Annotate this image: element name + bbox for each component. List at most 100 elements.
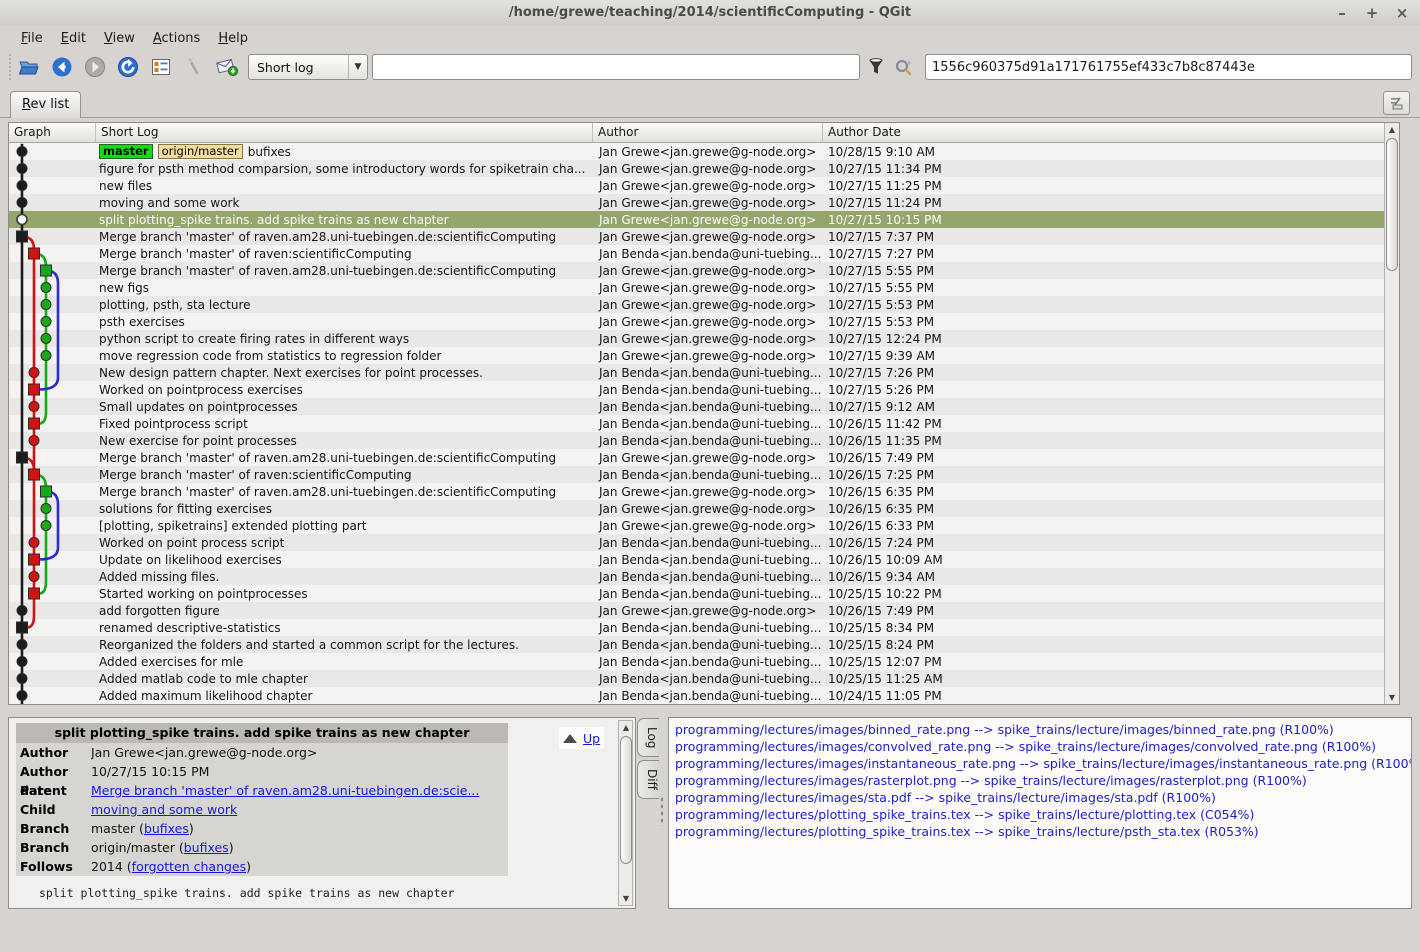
detail-link[interactable]: bufixes <box>144 821 189 836</box>
file-list-item[interactable]: programming/lectures/plotting_spike_trai… <box>675 823 1411 840</box>
tab-corner-button[interactable] <box>1383 91 1410 115</box>
file-list-item[interactable]: programming/lectures/images/instantaneou… <box>675 755 1411 772</box>
view-patches-icon[interactable] <box>148 54 174 80</box>
subject-text: python script to create firing rates in … <box>99 332 409 346</box>
tab-rev-list[interactable]: Rev list <box>10 91 81 118</box>
table-row[interactable]: new filesJan Grewe<jan.grewe@g-node.org>… <box>9 177 1384 194</box>
detail-scrollbar-thumb[interactable] <box>620 736 632 864</box>
menu-file[interactable]: File <box>12 29 52 48</box>
table-row[interactable]: Fixed pointprocess scriptJan Benda<jan.b… <box>9 415 1384 432</box>
up-link[interactable]: Up <box>583 731 600 746</box>
table-row[interactable]: [plotting, spiketrains] extended plottin… <box>9 517 1384 534</box>
subject-cell: masterorigin/masterbufixes <box>96 144 593 159</box>
table-row[interactable]: moving and some workJan Grewe<jan.grewe@… <box>9 194 1384 211</box>
table-row[interactable]: plotting, psth, sta lectureJan Grewe<jan… <box>9 296 1384 313</box>
table-row[interactable]: Merge branch 'master' of raven.am28.uni-… <box>9 262 1384 279</box>
table-row[interactable]: renamed descriptive-statisticsJan Benda<… <box>9 619 1384 636</box>
rev-scrollbar-thumb[interactable] <box>1386 138 1398 271</box>
file-list-item[interactable]: programming/lectures/images/rasterplot.p… <box>675 772 1411 789</box>
detail-label: Child <box>16 800 91 819</box>
table-row[interactable]: psth exercisesJan Grewe<jan.grewe@g-node… <box>9 313 1384 330</box>
table-row[interactable]: Added matlab code to mle chapterJan Bend… <box>9 670 1384 687</box>
menu-help[interactable]: Help <box>209 29 257 48</box>
table-row[interactable]: split plotting_spike trains. add spike t… <box>9 211 1384 228</box>
filter-icon[interactable] <box>864 55 888 79</box>
table-row[interactable]: figure for psth method comparsion, some … <box>9 160 1384 177</box>
subject-cell: Worked on point process script <box>96 536 593 550</box>
detail-value: master (bufixes) <box>91 819 508 838</box>
subject-cell: Merge branch 'master' of raven.am28.uni-… <box>96 485 593 499</box>
detail-link[interactable]: Merge branch 'master' of raven.am28.uni-… <box>91 783 479 798</box>
scroll-up-icon[interactable]: ▲ <box>1385 123 1399 136</box>
file-list-item[interactable]: programming/lectures/images/convolved_ra… <box>675 738 1411 755</box>
reload-icon[interactable] <box>115 54 141 80</box>
author-cell: Jan Grewe<jan.grewe@g-node.org> <box>593 196 823 210</box>
scroll-down-icon[interactable]: ▼ <box>619 892 633 905</box>
menu-view[interactable]: View <box>95 29 144 48</box>
side-tab-diff[interactable]: Diff <box>637 760 659 799</box>
graph-cell <box>9 585 96 602</box>
detail-link[interactable]: bufixes <box>184 840 229 855</box>
file-list-item[interactable]: programming/lectures/images/sta.pdf --> … <box>675 789 1411 806</box>
table-row[interactable]: Merge branch 'master' of raven.am28.uni-… <box>9 483 1384 500</box>
table-row[interactable]: New exercise for point processesJan Bend… <box>9 432 1384 449</box>
sha-input[interactable] <box>925 54 1412 80</box>
column-header-graph[interactable]: Graph <box>9 123 96 142</box>
minimize-button[interactable]: – <box>1334 4 1350 22</box>
scroll-down-icon[interactable]: ▼ <box>1385 691 1399 704</box>
save-patch-icon[interactable] <box>214 54 240 80</box>
side-tab-log[interactable]: Log <box>637 718 659 757</box>
window-controls: –+ × <box>1334 0 1410 26</box>
detail-value: Jan Grewe<jan.grewe@g-node.org> <box>91 743 508 762</box>
table-row[interactable]: Small updates on pointprocessesJan Benda… <box>9 398 1384 415</box>
author-cell: Jan Grewe<jan.grewe@g-node.org> <box>593 145 823 159</box>
column-header-shortlog[interactable]: Short Log <box>96 123 593 142</box>
rev-scrollbar[interactable]: ▲ ▼ <box>1384 123 1399 704</box>
menu-actions[interactable]: Actions <box>144 29 210 48</box>
close-button[interactable]: × <box>1394 4 1410 22</box>
table-row[interactable]: solutions for fitting exercisesJan Grewe… <box>9 500 1384 517</box>
column-header-author[interactable]: Author <box>593 123 823 142</box>
wand-icon[interactable] <box>181 54 207 80</box>
file-list-item[interactable]: programming/lectures/images/binned_rate.… <box>675 721 1411 738</box>
toolbar-handle[interactable] <box>9 54 12 80</box>
detail-scrollbar[interactable]: ▲ ▼ <box>618 720 633 906</box>
table-row[interactable]: add forgotten figureJan Grewe<jan.grewe@… <box>9 602 1384 619</box>
table-row[interactable]: new figsJan Grewe<jan.grewe@g-node.org>1… <box>9 279 1384 296</box>
table-row[interactable]: Merge branch 'master' of raven:scientifi… <box>9 466 1384 483</box>
scroll-up-icon[interactable]: ▲ <box>619 721 633 734</box>
back-icon[interactable] <box>49 54 75 80</box>
table-row[interactable]: Merge branch 'master' of raven.am28.uni-… <box>9 449 1384 466</box>
table-row[interactable]: Reorganized the folders and started a co… <box>9 636 1384 653</box>
open-folder-icon[interactable] <box>16 54 42 80</box>
up-control[interactable]: Up <box>559 727 604 749</box>
title-bar[interactable]: /home/grewe/teaching/2014/scientificComp… <box>0 0 1420 26</box>
search-input[interactable] <box>372 54 860 80</box>
menu-bar: FileEditViewActionsHelp <box>0 26 1420 50</box>
table-row[interactable]: Merge branch 'master' of raven.am28.uni-… <box>9 228 1384 245</box>
log-mode-select[interactable]: Short log ▼ <box>248 54 368 80</box>
detail-link[interactable]: forgotten changes <box>132 859 246 874</box>
table-row[interactable]: masterorigin/masterbufixesJan Grewe<jan.… <box>9 143 1384 160</box>
date-cell: 10/27/15 9:12 AM <box>823 400 1384 414</box>
table-row[interactable]: move regression code from statistics to … <box>9 347 1384 364</box>
table-row[interactable]: Merge branch 'master' of raven:scientifi… <box>9 245 1384 262</box>
forward-icon[interactable] <box>82 54 108 80</box>
highlight-search-icon[interactable] <box>892 55 916 79</box>
table-row[interactable]: Added missing files.Jan Benda<jan.benda@… <box>9 568 1384 585</box>
table-row[interactable]: Started working on pointprocessesJan Ben… <box>9 585 1384 602</box>
subject-cell: renamed descriptive-statistics <box>96 621 593 635</box>
table-row[interactable]: Update on likelihood exercisesJan Benda<… <box>9 551 1384 568</box>
table-row[interactable]: Added maximum likelihood chapterJan Bend… <box>9 687 1384 704</box>
menu-edit[interactable]: Edit <box>52 29 95 48</box>
column-header-author-date[interactable]: Author Date <box>823 123 1384 142</box>
table-row[interactable]: python script to create firing rates in … <box>9 330 1384 347</box>
file-list-item[interactable]: programming/lectures/plotting_spike_trai… <box>675 806 1411 823</box>
maximize-button[interactable]: + <box>1364 4 1380 22</box>
splitter-handle[interactable] <box>660 796 664 826</box>
detail-link[interactable]: moving and some work <box>91 802 237 817</box>
table-row[interactable]: Worked on pointprocess exercisesJan Bend… <box>9 381 1384 398</box>
table-row[interactable]: Added exercises for mleJan Benda<jan.ben… <box>9 653 1384 670</box>
table-row[interactable]: New design pattern chapter. Next exercis… <box>9 364 1384 381</box>
table-row[interactable]: Worked on point process scriptJan Benda<… <box>9 534 1384 551</box>
